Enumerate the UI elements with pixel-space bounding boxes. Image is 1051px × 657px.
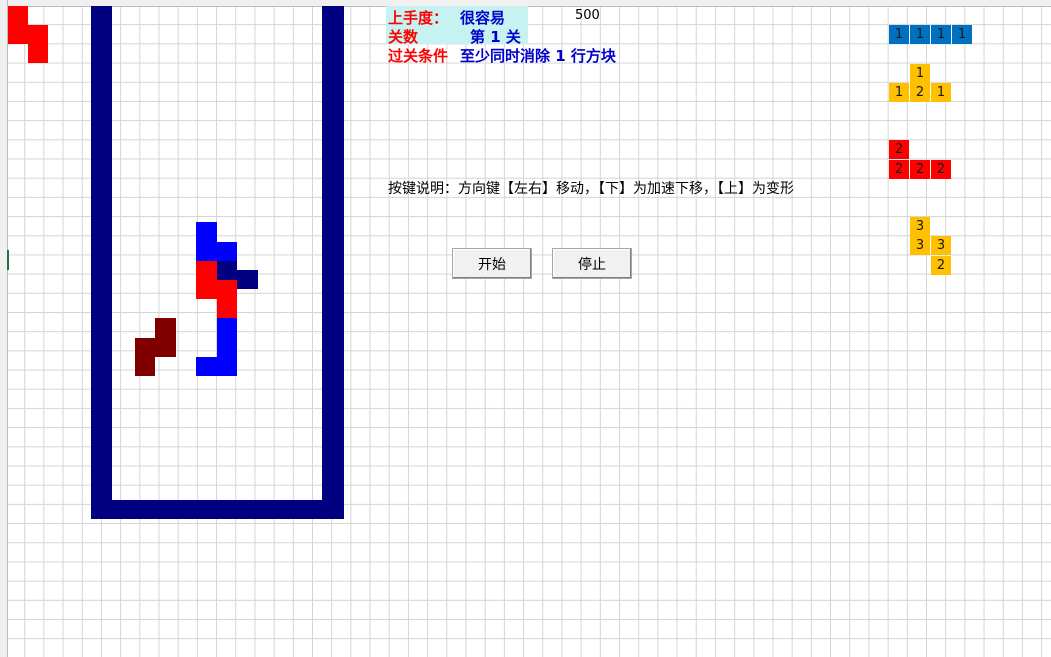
preview-I-cell: 1 <box>889 25 909 45</box>
corner-piece-cell <box>28 25 48 44</box>
locked-block-cell <box>155 318 176 338</box>
stop-button[interactable]: 停止 <box>552 248 632 279</box>
key-instructions: 按键说明：方向键【左右】移动，【下】为加速下移，【上】为变形 <box>388 181 794 197</box>
preview-T-cell: 1 <box>931 82 951 102</box>
preview-J-cell: 2 <box>931 159 951 179</box>
row-header-bar <box>0 0 8 657</box>
level-label: 关数 <box>388 28 419 46</box>
locked-block-cell <box>216 241 237 261</box>
locked-block-cell <box>216 280 237 300</box>
goal-label: 过关条件 <box>388 47 449 65</box>
preview-I-cell: 1 <box>910 25 930 45</box>
preview-T-cell: 1 <box>889 82 909 102</box>
locked-block-cell <box>155 337 176 357</box>
preview-S-cell: 3 <box>910 236 930 256</box>
board-floor <box>91 500 344 519</box>
preview-T-cell: 1 <box>910 63 930 83</box>
preview-I-cell: 1 <box>931 25 951 45</box>
start-button[interactable]: 开始 <box>452 248 532 279</box>
locked-block-cell <box>134 356 155 376</box>
level-value: 第 1 关 <box>470 28 521 46</box>
locked-block-cell <box>196 280 217 300</box>
preview-S-cell: 3 <box>910 217 930 237</box>
preview-T-cell: 2 <box>910 82 930 102</box>
locked-block-cell <box>216 337 237 357</box>
locked-block-cell <box>196 260 217 280</box>
corner-piece-cell <box>28 44 48 63</box>
active-row-marker <box>7 250 9 270</box>
preview-S-cell: 3 <box>931 236 951 256</box>
preview-J-cell: 2 <box>910 159 930 179</box>
corner-piece-cell <box>8 25 28 44</box>
preview-I-cell: 1 <box>952 25 972 45</box>
locked-block-cell <box>196 356 217 376</box>
difficulty-label: 上手度： <box>388 9 449 27</box>
board-left-wall <box>91 6 112 519</box>
preview-S-cell: 2 <box>931 255 951 275</box>
locked-block-cell <box>216 356 237 376</box>
locked-block-cell <box>134 337 155 357</box>
difficulty-value: 很容易 <box>460 9 506 27</box>
locked-block-cell <box>196 222 217 242</box>
board-right-wall <box>322 6 344 519</box>
preview-J-cell: 2 <box>889 140 909 160</box>
locked-block-cell <box>216 318 237 338</box>
preview-J-cell: 2 <box>889 159 909 179</box>
score-value: 500 <box>575 8 600 23</box>
goal-value: 至少同时消除 1 行方块 <box>460 47 616 65</box>
locked-block-cell <box>196 241 217 261</box>
corner-piece-cell <box>8 6 28 25</box>
locked-block-cell <box>216 299 237 319</box>
falling-piece-cell <box>237 269 258 289</box>
